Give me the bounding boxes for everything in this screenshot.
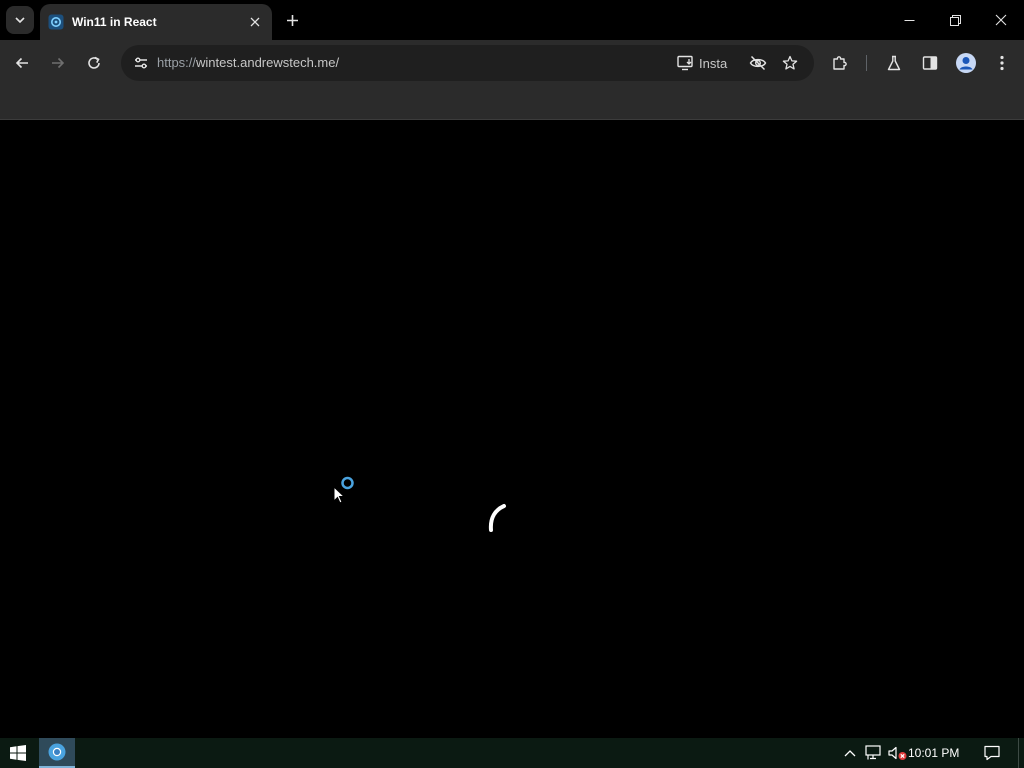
star-icon [782,55,798,70]
arrow-left-icon [15,57,28,69]
tune-icon [135,57,147,69]
volume-muted-icon [888,746,907,760]
back-button[interactable] [8,49,36,77]
side-panel-icon [922,56,938,70]
labs-button[interactable] [880,49,908,77]
page-viewport[interactable] [0,121,1024,738]
url-scheme: https:// [157,55,197,70]
chrome-icon [48,743,66,761]
network-icon [865,745,881,760]
bookmarks-bar [0,86,1024,120]
chevron-up-icon [844,750,856,757]
install-desktop-icon [677,55,693,71]
mouse-cursor-busy [333,476,354,504]
plus-icon [286,14,298,26]
network-button[interactable] [864,743,884,763]
avatar-icon [956,53,976,73]
install-app-button[interactable]: Insta [677,53,727,73]
toolbar-divider [866,55,867,71]
restore-icon [949,14,961,26]
windows-logo-icon [10,745,26,761]
profile-button[interactable] [952,49,980,77]
chevron-down-icon [15,17,25,24]
tracking-protection-button[interactable] [748,53,768,73]
browser-toolbar: https://wintest.andrewstech.me/ Insta [0,40,1024,86]
menu-button[interactable] [988,49,1016,77]
system-clock[interactable]: 10:01 PM [908,746,959,760]
puzzle-icon [833,56,847,70]
tab-strip: Win11 in React [0,0,1024,40]
tab-search-button[interactable] [6,6,34,34]
bookmark-star-button[interactable] [780,53,800,73]
new-tab-button[interactable] [281,9,303,31]
show-desktop-button[interactable] [1018,738,1024,768]
notification-icon [984,745,1000,761]
browser-tab[interactable]: Win11 in React [40,4,272,40]
close-icon [250,17,260,27]
close-icon [995,14,1007,26]
taskbar: 10:01 PM [0,738,1024,768]
reload-button[interactable] [80,49,108,77]
notification-center-button[interactable] [978,738,1006,768]
start-button[interactable] [0,738,36,768]
volume-button[interactable] [888,743,908,763]
reload-icon [88,56,100,69]
eye-off-icon [749,55,767,71]
more-vertical-icon [1000,55,1004,71]
arrow-right-icon [52,57,65,69]
close-window-button[interactable] [978,0,1024,40]
flask-icon [887,55,901,71]
tab-close-button[interactable] [246,13,264,31]
taskbar-chrome-button[interactable] [39,738,75,768]
tab-title: Win11 in React [72,15,157,29]
install-label: Insta [699,55,728,71]
minimize-button[interactable] [886,0,932,40]
minimize-icon [904,19,914,21]
url-host-path: wintest.andrewstech.me/ [196,55,340,70]
loading-spinner [488,504,506,532]
extensions-button[interactable] [826,49,854,77]
forward-button[interactable] [44,49,72,77]
address-bar[interactable]: https://wintest.andrewstech.me/ Insta [121,45,814,81]
show-hidden-icons-button[interactable] [840,743,860,763]
win11-react-favicon [48,14,64,30]
address-url[interactable]: https://wintest.andrewstech.me/ [157,55,339,70]
restore-button[interactable] [932,0,978,40]
side-panel-button[interactable] [916,49,944,77]
site-info-button[interactable] [129,51,153,75]
